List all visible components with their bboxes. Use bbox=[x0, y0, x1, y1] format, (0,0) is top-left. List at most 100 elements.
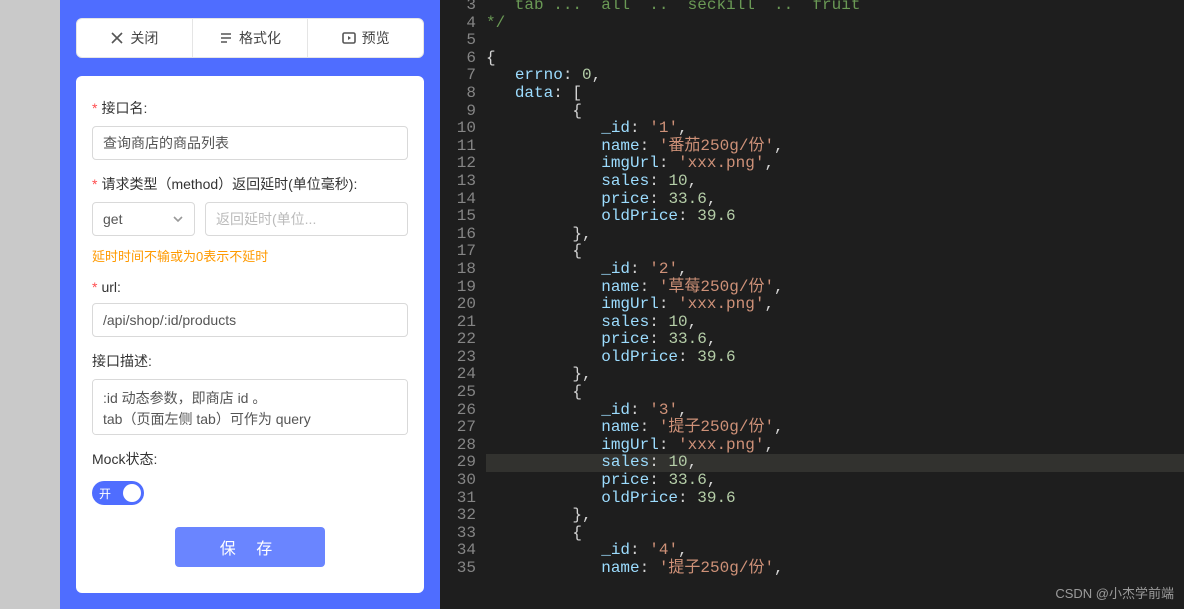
url-input[interactable] bbox=[92, 303, 408, 337]
watermark: CSDN @小杰学前端 bbox=[1055, 585, 1174, 603]
line-number: 14 bbox=[440, 191, 476, 209]
mock-status-label: Mock状态: bbox=[92, 449, 408, 469]
line-number: 10 bbox=[440, 120, 476, 138]
code-editor[interactable]: 3456789101112131415161718192021222324252… bbox=[440, 0, 1184, 609]
code-line: oldPrice: 39.6 bbox=[486, 490, 1184, 508]
line-number: 27 bbox=[440, 419, 476, 437]
code-line: price: 33.6, bbox=[486, 331, 1184, 349]
line-number: 28 bbox=[440, 437, 476, 455]
method-select[interactable]: get bbox=[92, 202, 195, 236]
form-card: 接口名: 请求类型（method）返回延时(单位毫秒): get 延时时间不输或… bbox=[76, 76, 424, 593]
code-line: oldPrice: 39.6 bbox=[486, 349, 1184, 367]
line-number: 16 bbox=[440, 226, 476, 244]
code-line: }, bbox=[486, 507, 1184, 525]
line-number: 8 bbox=[440, 85, 476, 103]
api-name-label: 接口名: bbox=[92, 98, 408, 118]
save-button[interactable]: 保 存 bbox=[175, 527, 325, 567]
code-line: */ bbox=[486, 15, 1184, 33]
line-gutter: 3456789101112131415161718192021222324252… bbox=[440, 0, 486, 578]
format-button[interactable]: 格式化 bbox=[192, 19, 308, 57]
line-number: 19 bbox=[440, 279, 476, 297]
url-label: url: bbox=[92, 279, 408, 295]
line-number: 30 bbox=[440, 472, 476, 490]
line-number: 22 bbox=[440, 331, 476, 349]
code-line: name: '提子250g/份', bbox=[486, 419, 1184, 437]
code-line: price: 33.6, bbox=[486, 191, 1184, 209]
line-number: 15 bbox=[440, 208, 476, 226]
code-line: _id: '1', bbox=[486, 120, 1184, 138]
method-label: 请求类型（method）返回延时(单位毫秒): bbox=[92, 174, 408, 194]
code-body: tab ... all .. seckill .. fruit*/ { errno… bbox=[486, 0, 1184, 578]
toolbar: 关闭 格式化 预览 bbox=[76, 18, 424, 58]
code-line: }, bbox=[486, 366, 1184, 384]
code-line bbox=[486, 32, 1184, 50]
line-number: 4 bbox=[440, 15, 476, 33]
line-number: 26 bbox=[440, 402, 476, 420]
line-number: 18 bbox=[440, 261, 476, 279]
preview-label: 预览 bbox=[362, 28, 390, 48]
left-gray-strip bbox=[0, 0, 60, 609]
code-line: { bbox=[486, 50, 1184, 68]
code-line: { bbox=[486, 525, 1184, 543]
line-number: 13 bbox=[440, 173, 476, 191]
code-line: sales: 10, bbox=[486, 314, 1184, 332]
code-line: name: '提子250g/份', bbox=[486, 560, 1184, 578]
line-number: 21 bbox=[440, 314, 476, 332]
line-number: 6 bbox=[440, 50, 476, 68]
code-line: sales: 10, bbox=[486, 173, 1184, 191]
line-number: 9 bbox=[440, 103, 476, 121]
line-number: 11 bbox=[440, 138, 476, 156]
line-number: 3 bbox=[440, 0, 476, 15]
switch-knob bbox=[123, 484, 141, 502]
code-line: errno: 0, bbox=[486, 67, 1184, 85]
code-line: _id: '2', bbox=[486, 261, 1184, 279]
line-number: 17 bbox=[440, 243, 476, 261]
code-line: _id: '3', bbox=[486, 402, 1184, 420]
close-icon bbox=[110, 31, 124, 45]
line-number: 31 bbox=[440, 490, 476, 508]
line-number: 32 bbox=[440, 507, 476, 525]
code-line: { bbox=[486, 243, 1184, 261]
line-number: 23 bbox=[440, 349, 476, 367]
method-value: get bbox=[103, 211, 122, 227]
play-icon bbox=[342, 31, 356, 45]
desc-textarea[interactable] bbox=[92, 379, 408, 435]
list-icon bbox=[219, 31, 233, 45]
mock-switch[interactable]: 开 bbox=[92, 481, 144, 505]
code-line: imgUrl: 'xxx.png', bbox=[486, 155, 1184, 173]
chevron-down-icon bbox=[172, 213, 184, 225]
code-line: oldPrice: 39.6 bbox=[486, 208, 1184, 226]
delay-input[interactable] bbox=[205, 202, 408, 236]
code-line: data: [ bbox=[486, 85, 1184, 103]
code-line: imgUrl: 'xxx.png', bbox=[486, 296, 1184, 314]
close-label: 关闭 bbox=[130, 28, 158, 48]
line-number: 34 bbox=[440, 542, 476, 560]
code-line: price: 33.6, bbox=[486, 472, 1184, 490]
line-number: 20 bbox=[440, 296, 476, 314]
delay-hint: 延时时间不输或为0表示不延时 bbox=[92, 246, 408, 265]
line-number: 35 bbox=[440, 560, 476, 578]
code-line: sales: 10, bbox=[486, 454, 1184, 472]
code-line: _id: '4', bbox=[486, 542, 1184, 560]
code-line: }, bbox=[486, 226, 1184, 244]
line-number: 7 bbox=[440, 67, 476, 85]
line-number: 33 bbox=[440, 525, 476, 543]
code-line: { bbox=[486, 103, 1184, 121]
line-number: 5 bbox=[440, 32, 476, 50]
switch-on-text: 开 bbox=[99, 485, 111, 502]
code-line: { bbox=[486, 384, 1184, 402]
code-line: name: '番茄250g/份', bbox=[486, 138, 1184, 156]
line-number: 12 bbox=[440, 155, 476, 173]
code-line: name: '草莓250g/份', bbox=[486, 279, 1184, 297]
api-name-input[interactable] bbox=[92, 126, 408, 160]
line-number: 29 bbox=[440, 454, 476, 472]
form-panel: 关闭 格式化 预览 接口名: 请求类型（method）返回延时(单位毫秒): g… bbox=[60, 0, 440, 609]
desc-label: 接口描述: bbox=[92, 351, 408, 371]
close-button[interactable]: 关闭 bbox=[77, 19, 192, 57]
format-label: 格式化 bbox=[239, 28, 281, 48]
line-number: 25 bbox=[440, 384, 476, 402]
code-line: tab ... all .. seckill .. fruit bbox=[486, 0, 1184, 15]
line-number: 24 bbox=[440, 366, 476, 384]
code-line: imgUrl: 'xxx.png', bbox=[486, 437, 1184, 455]
preview-button[interactable]: 预览 bbox=[307, 19, 423, 57]
